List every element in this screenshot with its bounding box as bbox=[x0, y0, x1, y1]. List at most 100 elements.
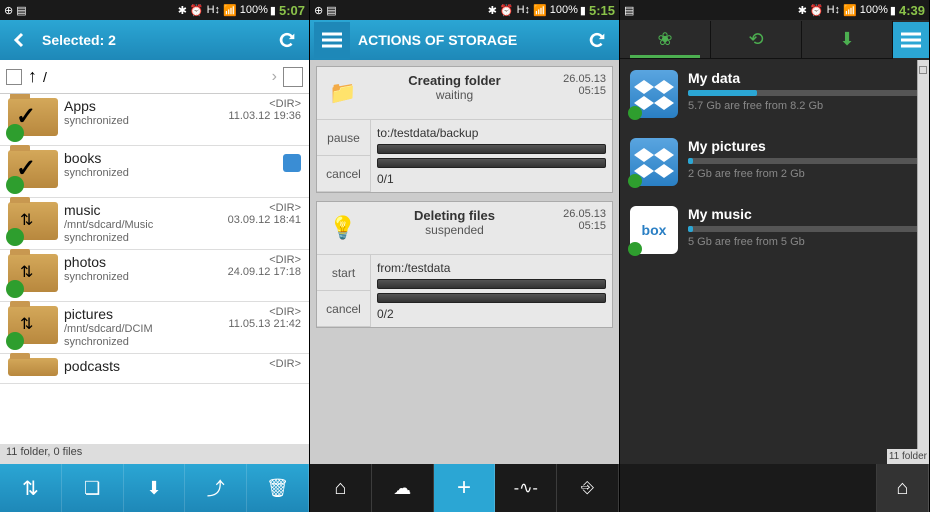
folder-icon bbox=[8, 358, 58, 376]
refresh-button[interactable] bbox=[579, 22, 615, 58]
download-icon: ⬇ bbox=[839, 29, 854, 50]
bottom-toolbar: ⌂ ☁ + -∿- ⎆ bbox=[310, 464, 619, 512]
sync-badge-icon bbox=[6, 228, 24, 246]
cancel-button[interactable]: cancel bbox=[317, 156, 370, 192]
android-status-bar: ▤ ✱ ⏰ H↕ 📶 100%▮ 4:39 bbox=[620, 0, 929, 20]
storage-free-text: 5.7 Gb are free from 8.2 Gb bbox=[688, 100, 919, 112]
action-date: 26.05.13 bbox=[546, 208, 606, 220]
tab-plant[interactable]: ❀ bbox=[620, 21, 711, 58]
peek-next-screen bbox=[917, 60, 929, 464]
folder-date: 24.09.12 17:18 bbox=[211, 266, 301, 278]
copy-button[interactable]: ❏ bbox=[62, 464, 124, 512]
folder-status: synchronized bbox=[64, 336, 211, 348]
header-title: Selected: 2 bbox=[34, 32, 269, 48]
home-button[interactable]: ⌂ bbox=[310, 464, 372, 512]
folder-item[interactable]: ⇅ photos synchronized <DIR> 24.09.12 17:… bbox=[0, 250, 309, 302]
home-button[interactable]: ⌂ bbox=[877, 464, 929, 512]
plant-icon: ❀ bbox=[657, 29, 672, 50]
bluetooth-icon: ✱ bbox=[798, 4, 807, 17]
status-footer: 11 folder, 0 files bbox=[0, 444, 309, 464]
bluetooth-icon: ✱ bbox=[178, 4, 187, 17]
folder-name: podcasts bbox=[64, 358, 211, 374]
start-button[interactable]: start bbox=[317, 255, 370, 291]
sync-badge-icon bbox=[6, 280, 24, 298]
screen-storage: ▤ ✱ ⏰ H↕ 📶 100%▮ 4:39 ❀ ⟲ ⬇ My data bbox=[620, 0, 930, 512]
pause-button[interactable]: pause bbox=[317, 120, 370, 156]
folder-item[interactable]: ✓ books synchronized bbox=[0, 146, 309, 198]
back-button[interactable] bbox=[4, 25, 34, 55]
folder-item[interactable]: ✓ Apps synchronized <DIR> 11.03.12 19:36 bbox=[0, 94, 309, 146]
storage-usage-bar bbox=[688, 226, 919, 232]
activity-button[interactable]: -∿- bbox=[495, 464, 557, 512]
folder-status: synchronized bbox=[64, 232, 211, 244]
view-toggle[interactable] bbox=[283, 67, 303, 87]
folder-item[interactable]: podcasts <DIR> bbox=[0, 354, 309, 384]
current-path[interactable]: / bbox=[43, 69, 266, 85]
peek-checkbox bbox=[919, 66, 927, 74]
storage-item[interactable]: My data 5.7 Gb are free from 8.2 Gb bbox=[620, 60, 929, 128]
action-count: 0/2 bbox=[377, 307, 606, 321]
signal-icon: 📶 bbox=[223, 4, 237, 17]
android-status-bar: ⊕▤ ✱ ⏰ H↕ 📶 100%▮ 5:15 bbox=[310, 0, 619, 20]
alarm-icon: ⏰ bbox=[810, 4, 824, 17]
sim-icon: ▤ bbox=[624, 4, 634, 17]
action-card: 📁 Creating folder waiting 26.05.13 05:15… bbox=[316, 66, 613, 193]
battery-indicator: 100%▮ bbox=[550, 4, 586, 17]
status-dot-icon bbox=[628, 106, 642, 120]
refresh-icon: ⟲ bbox=[748, 29, 763, 50]
menu-button[interactable] bbox=[314, 22, 350, 58]
select-all-checkbox[interactable] bbox=[6, 69, 22, 85]
upload-button[interactable]: ⤴ bbox=[185, 464, 247, 512]
status-dot-icon bbox=[628, 174, 642, 188]
storage-item[interactable]: My pictures 2 Gb are free from 2 Gb bbox=[620, 128, 929, 196]
bulb-icon: 💡 bbox=[323, 208, 363, 248]
tab-download[interactable]: ⬇ bbox=[802, 21, 893, 58]
folder-date: 11.05.13 21:42 bbox=[211, 318, 301, 330]
download-button[interactable]: ⬇ bbox=[124, 464, 186, 512]
bottom-toolbar: ⇅ ❏ ⬇ ⤴ 🗑 bbox=[0, 464, 309, 512]
folder-date: 03.09.12 18:41 bbox=[211, 214, 301, 226]
path-bar: ↑ / › bbox=[0, 60, 309, 94]
menu-button[interactable] bbox=[893, 22, 929, 58]
progress-bar bbox=[377, 279, 606, 289]
delete-button[interactable]: 🗑 bbox=[247, 464, 309, 512]
plus-indicator-icon: ⊕ bbox=[314, 4, 323, 17]
folder-name: pictures bbox=[64, 306, 211, 322]
header-title: ACTIONS OF STORAGE bbox=[350, 32, 579, 48]
data-icon: H↕ bbox=[827, 4, 840, 16]
contacts-button[interactable]: ⎆ bbox=[557, 464, 619, 512]
signal-icon: 📶 bbox=[843, 4, 857, 17]
progress-bar bbox=[377, 144, 606, 154]
tab-refresh[interactable]: ⟲ bbox=[711, 21, 802, 58]
action-status: waiting bbox=[363, 88, 546, 102]
folder-date: 11.03.12 19:36 bbox=[211, 110, 301, 122]
dir-tag: <DIR> bbox=[211, 306, 301, 318]
box-icon: box bbox=[630, 206, 678, 254]
action-time: 05:15 bbox=[546, 220, 606, 232]
folder-list[interactable]: ✓ Apps synchronized <DIR> 11.03.12 19:36… bbox=[0, 94, 309, 444]
folder-item[interactable]: ⇅ music /mnt/sdcard/Music synchronized <… bbox=[0, 198, 309, 250]
storage-item[interactable]: box My music 5 Gb are free from 5 Gb bbox=[620, 196, 929, 264]
folder-status: synchronized bbox=[64, 115, 211, 127]
folder-status: synchronized bbox=[64, 271, 211, 283]
storage-list[interactable]: My data 5.7 Gb are free from 8.2 Gb My p… bbox=[620, 60, 929, 464]
dropbox-icon bbox=[630, 70, 678, 118]
cloud-button[interactable]: ☁ bbox=[372, 464, 434, 512]
signal-icon: 📶 bbox=[533, 4, 547, 17]
folder-name: music bbox=[64, 202, 211, 218]
up-folder-button[interactable]: ↑ bbox=[28, 66, 37, 87]
battery-icon: ▮ bbox=[270, 4, 276, 17]
plus-indicator-icon: ⊕ bbox=[4, 4, 13, 17]
cancel-button[interactable]: cancel bbox=[317, 291, 370, 327]
folder-path: /mnt/sdcard/Music bbox=[64, 219, 211, 231]
action-status: suspended bbox=[363, 223, 546, 237]
action-date: 26.05.13 bbox=[546, 73, 606, 85]
folder-name: books bbox=[64, 150, 211, 166]
folder-path: /mnt/sdcard/DCIM bbox=[64, 323, 211, 335]
add-button[interactable]: + bbox=[434, 464, 496, 512]
refresh-button[interactable] bbox=[269, 22, 305, 58]
sync-button[interactable]: ⇅ bbox=[0, 464, 62, 512]
storage-name: My data bbox=[688, 70, 919, 86]
folder-item[interactable]: ⇅ pictures /mnt/sdcard/DCIM synchronized… bbox=[0, 302, 309, 354]
action-time: 05:15 bbox=[546, 85, 606, 97]
